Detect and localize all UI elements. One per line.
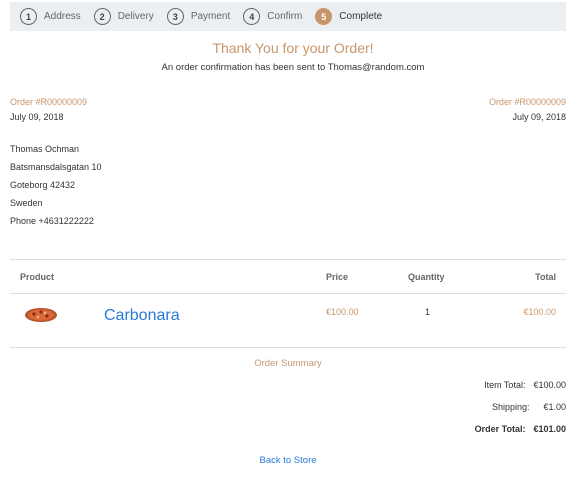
- column-header-price: Price: [326, 272, 349, 282]
- shipping-address: Thomas Ochman Batsmansdalsgatan 10 Goteb…: [10, 143, 102, 233]
- step-number: 5: [315, 8, 333, 25]
- step-label: Complete: [339, 11, 383, 22]
- step-address: 1 Address: [20, 8, 81, 25]
- product-name-link[interactable]: Carbonara: [104, 307, 180, 325]
- order-number: Order #R00000009: [10, 97, 88, 107]
- order-total-label: Order Total:: [474, 424, 526, 434]
- shipping-row: Shipping: €1.00: [492, 402, 566, 412]
- address-name: Thomas Ochman: [10, 144, 80, 154]
- step-payment: 3 Payment: [166, 8, 231, 25]
- product-quantity: 1: [425, 307, 431, 317]
- step-number: 1: [20, 8, 37, 25]
- table-header: Product Price Quantity Total: [10, 259, 566, 294]
- step-number: 2: [93, 8, 111, 25]
- column-header-quantity: Quantity: [408, 272, 445, 282]
- shipping-label: Shipping:: [491, 402, 530, 412]
- product-total: €100.00: [523, 307, 556, 317]
- shipping-value: €1.00: [543, 402, 566, 412]
- order-items-table: Product Price Quantity Total Carbonara €…: [10, 259, 566, 348]
- checkout-steps: 1 Address 2 Delivery 3 Payment 4 Confirm…: [10, 2, 566, 31]
- address-street: Batsmansdalsgatan 10: [10, 162, 102, 172]
- order-date: July 09, 2018: [10, 112, 64, 122]
- step-label: Delivery: [117, 11, 154, 22]
- order-total-row: Order Total: €101.00: [475, 424, 566, 434]
- column-header-product: Product: [20, 272, 55, 282]
- item-total-label: Item Total:: [484, 380, 526, 390]
- address-phone: Phone +4631222222: [10, 216, 94, 226]
- order-info-right: Order #R00000009 July 09, 2018: [489, 96, 566, 123]
- order-date: July 09, 2018: [512, 112, 566, 122]
- step-label: Confirm: [267, 11, 303, 22]
- pizza-icon[interactable]: [24, 307, 58, 323]
- step-label: Payment: [190, 11, 231, 22]
- page-title: Thank You for your Order!: [212, 40, 374, 56]
- address-city: Goteborg 42432: [10, 180, 76, 190]
- order-total-value: €101.00: [533, 424, 566, 434]
- item-total-value: €100.00: [533, 380, 566, 390]
- order-info-left: Order #R00000009 July 09, 2018: [10, 96, 87, 123]
- product-price: €100.00: [326, 307, 359, 317]
- step-label: Address: [44, 11, 81, 22]
- item-total-row: Item Total: €100.00: [484, 380, 566, 390]
- confirmation-message: An order confirmation has been sent to T…: [161, 62, 425, 73]
- step-number: 3: [166, 8, 184, 25]
- address-country: Sweden: [10, 198, 43, 208]
- order-summary-title: Order Summary: [254, 358, 322, 369]
- step-complete: 5 Complete: [315, 8, 382, 25]
- step-confirm: 4 Confirm: [243, 8, 302, 25]
- back-to-store-link[interactable]: Back to Store: [0, 455, 576, 466]
- step-delivery: 2 Delivery: [93, 8, 154, 25]
- table-row: Carbonara €100.00 1 €100.00: [10, 294, 566, 348]
- order-number: Order #R00000009: [488, 97, 566, 107]
- column-header-total: Total: [535, 272, 556, 282]
- step-number: 4: [243, 8, 261, 25]
